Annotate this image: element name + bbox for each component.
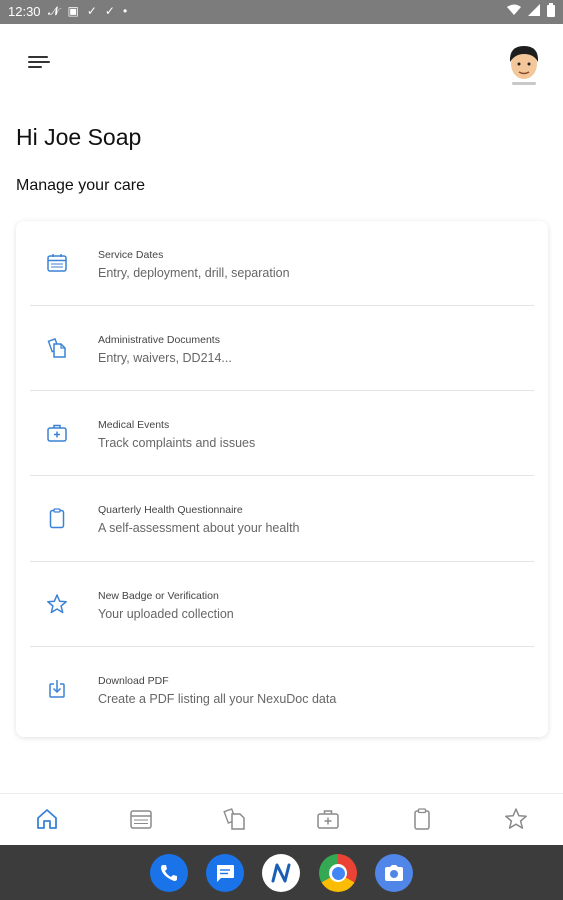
nav-clipboard-icon[interactable] [409, 806, 435, 832]
item-subtitle: Entry, deployment, drill, separation [98, 266, 290, 280]
list-item-download-pdf[interactable]: Download PDF Create a PDF listing all yo… [16, 647, 548, 732]
nexudoc-notification-icon: 𝓝 [48, 4, 60, 18]
avatar[interactable] [503, 40, 545, 88]
list-item-service-dates[interactable]: Service Dates Entry, deployment, drill, … [16, 221, 548, 306]
item-title: Administrative Documents [98, 334, 220, 346]
wifi-icon [507, 4, 521, 15]
chrome-icon[interactable] [319, 854, 357, 892]
check-notification-icon: ✓ [104, 4, 115, 18]
nav-home-icon[interactable] [34, 806, 60, 832]
item-title: Quarterly Health Questionnaire [98, 504, 243, 516]
system-icons [507, 3, 555, 17]
nexudoc-icon[interactable] [262, 854, 300, 892]
item-subtitle: Your uploaded collection [98, 607, 234, 621]
item-subtitle: Create a PDF listing all your NexuDoc da… [98, 692, 337, 706]
messages-icon[interactable] [206, 854, 244, 892]
item-title: Service Dates [98, 249, 164, 261]
item-subtitle: Track complaints and issues [98, 436, 256, 450]
nav-star-icon[interactable] [503, 806, 529, 832]
medical-kit-icon [47, 424, 67, 442]
nav-calendar-icon[interactable] [128, 806, 154, 832]
check-notification-icon: ✓ [86, 4, 97, 18]
user-avatar-icon [509, 46, 539, 85]
status-time: 12:30 [8, 4, 41, 19]
bottom-navigation [0, 793, 563, 845]
item-subtitle: A self-assessment about your health [98, 521, 300, 535]
list-item-quarterly-health-questionnaire[interactable]: Quarterly Health Questionnaire A self-as… [16, 476, 548, 561]
item-title: Medical Events [98, 419, 170, 431]
status-bar: 12:30 𝓝 ▣ ✓ ✓ • [0, 0, 563, 24]
message-notification-icon: ▣ [67, 4, 79, 18]
item-title: New Badge or Verification [98, 590, 219, 602]
download-icon [49, 680, 65, 698]
clipboard-icon [49, 508, 65, 529]
nav-documents-icon[interactable] [222, 806, 248, 832]
signal-icon [528, 4, 540, 16]
dot-icon: • [122, 4, 128, 18]
camera-icon[interactable] [375, 854, 413, 892]
notification-icons: 𝓝 ▣ ✓ ✓ • [48, 3, 127, 19]
app-dock [0, 845, 563, 900]
care-menu-card: Service Dates Entry, deployment, drill, … [16, 221, 548, 737]
list-item-administrative-documents[interactable]: Administrative Documents Entry, waivers,… [16, 306, 548, 391]
documents-icon [47, 338, 66, 358]
list-item-new-badge-or-verification[interactable]: New Badge or Verification Your uploaded … [16, 562, 548, 647]
menu-icon[interactable] [28, 50, 56, 74]
calendar-icon [47, 254, 67, 272]
item-title: Download PDF [98, 675, 169, 687]
section-title: Manage your care [16, 177, 145, 194]
phone-icon[interactable] [150, 854, 188, 892]
app-bar [0, 24, 563, 100]
page-title: Hi Joe Soap [16, 124, 142, 150]
star-icon [47, 594, 67, 614]
item-subtitle: Entry, waivers, DD214... [98, 351, 232, 365]
battery-icon [547, 3, 555, 17]
nav-medical-kit-icon[interactable] [315, 806, 341, 832]
list-item-medical-events[interactable]: Medical Events Track complaints and issu… [16, 391, 548, 476]
